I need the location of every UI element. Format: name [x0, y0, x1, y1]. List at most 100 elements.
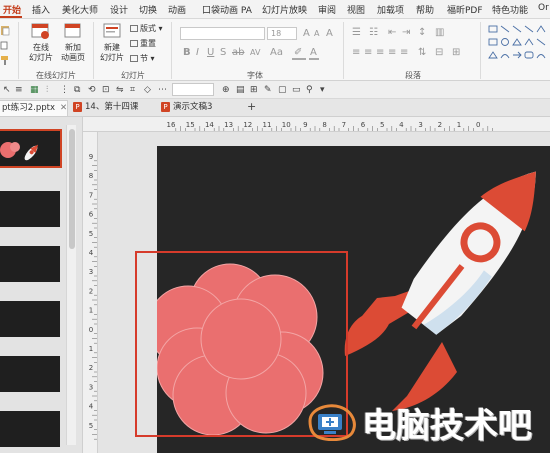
- tab-help[interactable]: 帮助: [416, 3, 434, 16]
- qat-pen-icon[interactable]: ✎: [264, 84, 272, 96]
- qat-customize-icon[interactable]: ▾: [320, 84, 325, 96]
- text-direction-icon[interactable]: ⇅: [418, 47, 426, 59]
- increase-indent-icon[interactable]: ⇥: [402, 27, 410, 39]
- tab-pocket-animation[interactable]: 口袋动画 PA: [202, 3, 252, 16]
- new-slide-icon[interactable]: [102, 22, 122, 41]
- tab-review[interactable]: 审阅: [318, 3, 336, 16]
- reset-button[interactable]: 重置: [130, 39, 156, 49]
- columns-icon[interactable]: ▥: [435, 27, 444, 39]
- slide-thumbnail[interactable]: [0, 356, 60, 392]
- section-icon: [130, 55, 138, 62]
- ruler-label: 9: [89, 153, 93, 161]
- new-slide-label: 新建: [104, 43, 120, 52]
- change-case-icon[interactable]: Aa: [270, 47, 283, 59]
- align-right-icon[interactable]: ≡: [376, 47, 384, 59]
- justify-icon[interactable]: ≡: [388, 47, 396, 59]
- font-size-select[interactable]: 18: [267, 27, 297, 40]
- underline-icon[interactable]: U: [207, 47, 214, 59]
- ruler-label: 3: [89, 383, 93, 391]
- tab-animations[interactable]: 动画: [168, 3, 186, 16]
- char-spacing-icon[interactable]: AV: [250, 47, 260, 59]
- qat-layer-icon[interactable]: ⧉: [74, 84, 80, 96]
- thumbnail-scrollbar-thumb[interactable]: [69, 129, 75, 249]
- online-slides-icon[interactable]: [31, 22, 51, 41]
- bold-icon[interactable]: B: [183, 47, 191, 59]
- shapes-gallery[interactable]: [487, 23, 550, 69]
- qat-grid-icon[interactable]: ▦: [30, 84, 39, 96]
- strikethrough-icon[interactable]: ab: [232, 47, 244, 59]
- qat-shape-icon[interactable]: ◇: [144, 84, 151, 96]
- thumbnail-scrollbar[interactable]: [66, 125, 76, 445]
- format-painter-icon[interactable]: [0, 55, 10, 65]
- align-text-icon[interactable]: ⊟: [435, 47, 443, 59]
- paste-icon[interactable]: [0, 25, 11, 36]
- clear-format-icon[interactable]: A: [326, 28, 333, 40]
- tab-addins[interactable]: 加载项: [377, 3, 404, 16]
- close-icon[interactable]: ✕: [60, 103, 67, 113]
- qat-square-icon[interactable]: ▢: [278, 84, 287, 96]
- align-left-icon[interactable]: ≡: [352, 47, 360, 59]
- new-slide-label-2: 幻灯片: [100, 53, 124, 62]
- new-slide-button[interactable]: 新建 幻灯片: [95, 43, 129, 63]
- qat-crop-icon[interactable]: ⌗: [130, 84, 135, 96]
- qat-more-icon[interactable]: ⋯: [158, 84, 167, 96]
- tab-foxit-pdf[interactable]: 福昕PDF: [447, 3, 483, 16]
- qat-link-icon[interactable]: ⚲: [306, 84, 313, 96]
- qat-distribute-icon[interactable]: ⋮: [60, 84, 69, 96]
- font-name-select[interactable]: [180, 27, 265, 40]
- smartart-icon[interactable]: ⊞: [452, 47, 460, 59]
- line-spacing-icon[interactable]: ↕: [418, 27, 426, 39]
- doc-tab-active[interactable]: pt练习2.pptx ✕: [0, 100, 68, 116]
- tab-transitions[interactable]: 切换: [139, 3, 157, 16]
- online-slides-button[interactable]: 在线 幻灯片: [22, 43, 60, 63]
- italic-icon[interactable]: I: [196, 47, 199, 59]
- copy-icon[interactable]: [0, 41, 10, 51]
- tab-design[interactable]: 设计: [110, 3, 128, 16]
- section-button[interactable]: 节 ▾: [130, 54, 155, 64]
- new-tab-icon[interactable]: +: [247, 101, 256, 113]
- tab-view[interactable]: 视图: [347, 3, 365, 16]
- numbering-icon[interactable]: ☷: [369, 27, 378, 39]
- qat-flip-icon[interactable]: ⇋: [116, 84, 124, 96]
- doc-tab[interactable]: P 演示文稿3: [158, 100, 242, 116]
- doc-tab[interactable]: P 14、第十四课: [70, 100, 156, 116]
- layout-button[interactable]: 版式 ▾: [130, 24, 163, 34]
- increase-font-icon[interactable]: A: [303, 28, 310, 40]
- bullets-icon[interactable]: ☰: [352, 27, 361, 39]
- qat-size-icon[interactable]: ⊞: [250, 84, 258, 96]
- ruler-label: 4: [89, 249, 94, 257]
- qat-align-icon[interactable]: ⫶: [46, 84, 48, 96]
- slide-thumbnail[interactable]: [0, 191, 60, 227]
- group-paragraph: 段落: [405, 71, 421, 80]
- tab-insert[interactable]: 插入: [32, 3, 50, 16]
- slide-thumbnail-selected[interactable]: [0, 129, 62, 168]
- qat-cursor-icon[interactable]: ↖: [3, 84, 11, 96]
- slide-thumbnail[interactable]: [0, 411, 60, 447]
- tab-special-features[interactable]: 特色功能: [492, 3, 528, 16]
- qat-arrange-icon[interactable]: ▤: [236, 84, 245, 96]
- separator: [343, 22, 344, 79]
- slide-thumbnail[interactable]: [0, 246, 60, 282]
- reset-label: 重置: [140, 39, 156, 48]
- horizontal-ruler[interactable]: 16 15 14 13 12 11 10 9 8 7 6 5 4 3 2 1 0: [83, 117, 550, 132]
- slide-thumbnail[interactable]: [0, 301, 60, 337]
- qat-dropdown[interactable]: [172, 83, 214, 96]
- distribute-icon[interactable]: ≡: [400, 47, 408, 59]
- qat-group-icon[interactable]: ⊡: [102, 84, 110, 96]
- decrease-indent-icon[interactable]: ⇤: [388, 27, 396, 39]
- qat-rotate-icon[interactable]: ⟲: [88, 84, 96, 96]
- qat-merge-icon[interactable]: ⊕: [222, 84, 230, 96]
- qat-text-icon[interactable]: ≡: [15, 84, 23, 96]
- tab-overflow[interactable]: Or: [538, 3, 549, 13]
- tab-slideshow[interactable]: 幻灯片放映: [262, 3, 307, 16]
- shadow-icon[interactable]: S: [220, 47, 226, 59]
- tab-beautify-master[interactable]: 美化大师: [62, 3, 98, 16]
- decrease-font-icon[interactable]: A: [314, 28, 319, 40]
- new-anim-page-button[interactable]: 新加 动画页: [56, 43, 90, 63]
- tab-home[interactable]: 开始: [3, 3, 21, 16]
- qat-rect-icon[interactable]: ▭: [292, 84, 301, 96]
- align-center-icon[interactable]: ≡: [364, 47, 372, 59]
- new-anim-page-icon[interactable]: [63, 22, 83, 41]
- powerpoint-icon: P: [73, 101, 82, 112]
- vertical-ruler[interactable]: 9 8 7 6 5 4 3 2 1 0 1 2 3 4 5: [83, 132, 98, 453]
